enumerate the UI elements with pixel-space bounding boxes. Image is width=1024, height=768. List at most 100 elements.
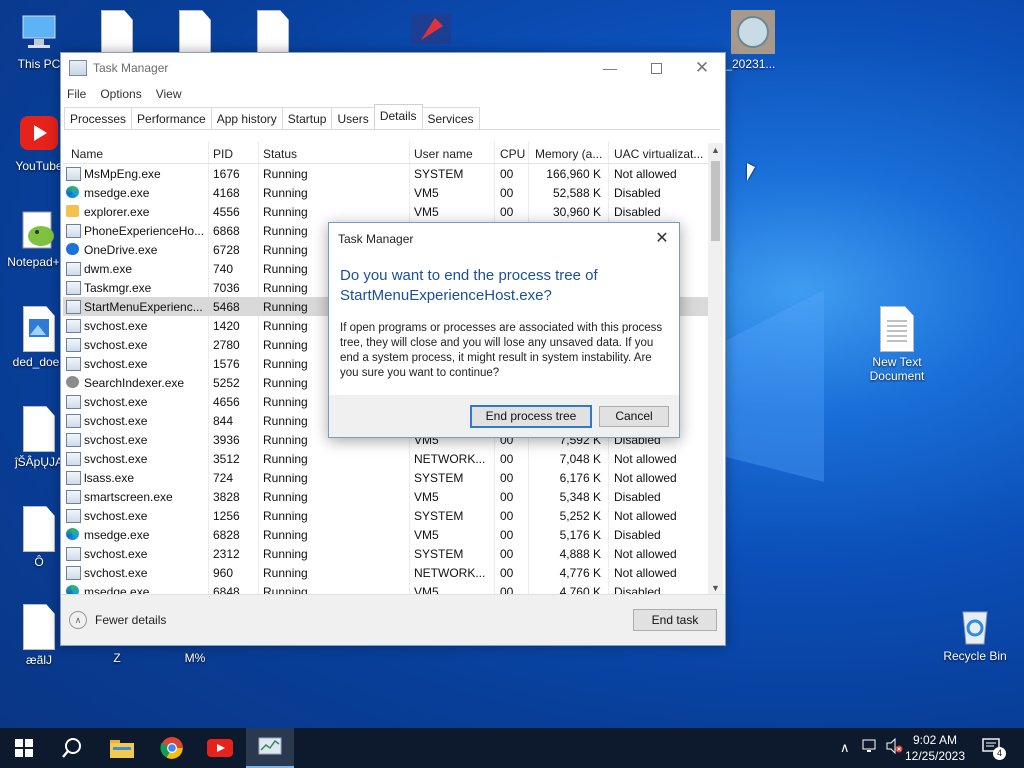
table-row[interactable]: msedge.exe 4168 Running VM5 00 52,588 K Disabl…	[63, 183, 721, 202]
taskbar-task-manager[interactable]	[246, 728, 294, 768]
cell-status: Running	[263, 547, 308, 561]
scroll-down-icon[interactable]: ▼	[708, 581, 723, 595]
desktop-icon-text-document[interactable]: New Text Document	[860, 306, 934, 383]
cell-name: lsass.exe	[84, 471, 135, 485]
end-task-button[interactable]: End task	[633, 609, 717, 631]
clock[interactable]: 9:02 AM 12/25/2023	[900, 732, 970, 764]
tab-users[interactable]: Users	[331, 107, 375, 129]
cell-user: VM5	[414, 205, 439, 219]
show-hidden-icons-icon[interactable]: ∧	[840, 740, 850, 756]
cell-pid: 3936	[213, 433, 240, 447]
dialog-close-button[interactable]: ✕	[651, 228, 673, 248]
tab-processes[interactable]: Processes	[64, 107, 133, 129]
close-icon: ✕	[694, 58, 710, 77]
cell-name: MsMpEng.exe	[84, 167, 161, 181]
tab-services[interactable]: Services	[421, 107, 480, 129]
desktop-icon-recycle-bin[interactable]: Recycle Bin	[938, 602, 1012, 663]
windows-logo-icon	[15, 739, 33, 757]
cell-memory: 6,176 K	[559, 471, 601, 485]
process-icon	[66, 490, 81, 504]
cell-pid: 844	[213, 414, 234, 428]
process-icon	[66, 433, 81, 447]
scrollbar-thumb[interactable]	[711, 161, 720, 241]
close-icon: ✕	[655, 230, 669, 247]
taskbar-file-explorer[interactable]	[98, 728, 146, 768]
cell-user: VM5	[414, 490, 439, 504]
cell-uac: Not allowed	[614, 452, 677, 466]
table-row[interactable]: smartscreen.exe 3828 Running VM5 00 5,348 K Di…	[63, 487, 721, 506]
menu-file[interactable]: File	[67, 87, 86, 101]
image-file-icon	[731, 10, 775, 54]
cell-pid: 740	[213, 262, 234, 276]
end-process-tree-button[interactable]: End process tree	[470, 405, 592, 428]
maximize-button[interactable]	[633, 53, 679, 83]
search-icon	[62, 738, 81, 758]
cell-user: VM5	[414, 186, 439, 200]
desktop-icon-shortcut[interactable]	[392, 10, 466, 57]
cell-cpu: 00	[500, 452, 514, 466]
recycle-bin-icon	[955, 602, 995, 646]
tab-details[interactable]: Details	[373, 104, 423, 129]
fewer-details-link[interactable]: ∧ Fewer details	[69, 611, 166, 629]
table-row[interactable]: svchost.exe 960 Running NETWORK... 00 4,776 K…	[63, 563, 721, 582]
chevron-up-icon: ∧	[69, 611, 87, 629]
table-row[interactable]: lsass.exe 724 Running SYSTEM 00 6,176 K Not al…	[63, 468, 721, 487]
column-header-cpu[interactable]: CPU	[500, 147, 525, 161]
taskbar-chrome[interactable]	[148, 728, 196, 768]
table-row[interactable]: svchost.exe 3512 Running NETWORK... 00 7,048 …	[63, 449, 721, 468]
column-header-memory[interactable]: Memory (a...	[535, 147, 605, 161]
cell-memory: 7,048 K	[559, 452, 601, 466]
cell-pid: 1420	[213, 319, 240, 333]
end-process-tree-dialog[interactable]: Task Manager ✕ Do you want to end the pr…	[328, 222, 680, 438]
process-icon	[66, 167, 81, 181]
process-icon	[66, 338, 81, 352]
dialog-title-bar[interactable]: Task Manager ✕	[329, 223, 679, 253]
column-header-status[interactable]: Status	[263, 147, 297, 161]
cell-uac: Not allowed	[614, 167, 677, 181]
column-header-name[interactable]: Name	[71, 147, 103, 161]
column-header-pid[interactable]: PID	[213, 147, 233, 161]
network-icon[interactable]	[862, 738, 880, 757]
taskbar-youtube[interactable]	[196, 728, 244, 768]
column-header-uac[interactable]: UAC virtualizat...	[614, 147, 706, 161]
cell-user: SYSTEM	[414, 167, 464, 181]
cell-status: Running	[263, 205, 308, 219]
start-button[interactable]	[0, 728, 48, 768]
cell-pid: 5468	[213, 300, 240, 314]
computer-icon	[19, 10, 59, 54]
youtube-icon	[207, 739, 233, 757]
cell-pid: 3828	[213, 490, 240, 504]
process-icon	[66, 300, 81, 314]
vertical-scrollbar[interactable]: ▲ ▼	[708, 143, 723, 595]
table-row[interactable]: explorer.exe 4556 Running VM5 00 30,960 K Disa…	[63, 202, 721, 221]
table-row[interactable]: svchost.exe 2312 Running SYSTEM 00 4,888 K Not…	[63, 544, 721, 563]
dialog-question: Do you want to end the process tree of S…	[340, 267, 598, 304]
file-icon	[179, 10, 211, 56]
minimize-button[interactable]: —	[587, 53, 633, 83]
menu-view[interactable]: View	[156, 87, 182, 101]
table-row[interactable]: MsMpEng.exe 1676 Running SYSTEM 00 166,960 K N…	[63, 164, 721, 183]
search-button[interactable]	[48, 728, 96, 768]
desktop-icon-image[interactable]: G_20231...	[716, 10, 790, 71]
menu-options[interactable]: Options	[100, 87, 141, 101]
title-bar[interactable]: Task Manager — ✕	[61, 53, 725, 83]
column-header-user[interactable]: User name	[414, 147, 473, 161]
cell-uac: Not allowed	[614, 566, 677, 580]
cell-memory: 30,960 K	[552, 205, 601, 219]
cancel-button[interactable]: Cancel	[599, 406, 669, 427]
cell-cpu: 00	[500, 186, 514, 200]
table-row[interactable]: svchost.exe 1256 Running SYSTEM 00 5,252 K Not…	[63, 506, 721, 525]
notification-center-button[interactable]: 4	[982, 738, 1006, 760]
scroll-up-icon[interactable]: ▲	[708, 143, 723, 157]
cell-cpu: 00	[500, 490, 514, 504]
cell-pid: 7036	[213, 281, 240, 295]
tab-app-history[interactable]: App history	[210, 107, 283, 129]
tab-bar: Processes Performance App history Startu…	[64, 104, 720, 130]
process-icon	[66, 205, 79, 217]
cell-cpu: 00	[500, 509, 514, 523]
tab-startup[interactable]: Startup	[281, 107, 333, 129]
cell-memory: 52,588 K	[552, 186, 601, 200]
table-row[interactable]: msedge.exe 6828 Running VM5 00 5,176 K Disable…	[63, 525, 721, 544]
tab-performance[interactable]: Performance	[131, 107, 212, 129]
close-button[interactable]: ✕	[679, 53, 725, 83]
